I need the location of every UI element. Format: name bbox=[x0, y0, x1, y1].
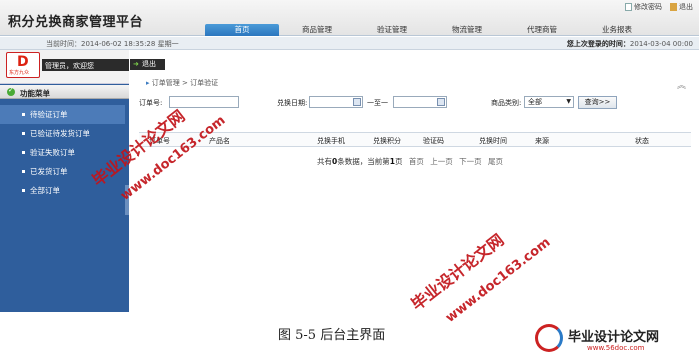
check-circle-icon bbox=[7, 86, 15, 96]
logout-arrow-icon: ➜ bbox=[133, 60, 139, 68]
last-login-label: 您上次登录的时间： bbox=[566, 40, 630, 48]
menu-title-label: 功能菜单 bbox=[20, 89, 50, 98]
info-bar: 当前时间：2014-06-02 18:35:28 星期一 您上次登录的时间：20… bbox=[0, 37, 699, 50]
breadcrumb: ▸ 订单管理 > 订单验证 bbox=[146, 78, 218, 88]
app-title: 积分兑换商家管理平台 bbox=[8, 15, 144, 30]
date-label: 兑换日期: bbox=[277, 99, 308, 107]
menu-title[interactable]: 功能菜单 bbox=[0, 85, 129, 99]
change-password-label: 修改密码 bbox=[634, 3, 662, 11]
col-status: 状态 bbox=[635, 137, 649, 145]
breadcrumb-item-order-verification: 订单验证 bbox=[190, 79, 219, 87]
order-no-input[interactable] bbox=[169, 96, 239, 108]
pager-last-link[interactable]: 尾页 bbox=[488, 157, 503, 166]
current-time: 当前时间：2014-06-02 18:35:28 星期一 bbox=[46, 40, 179, 48]
top-links: 修改密码 退出 bbox=[625, 2, 693, 12]
main-content: ▸ 订单管理 > 订单验证 ︽ 订单号: 兑换日期: 一至一 商品类别: 全部 … bbox=[134, 70, 696, 200]
date-range-separator: 一至一 bbox=[367, 99, 388, 107]
last-login-value: 2014-03-04 00:00 bbox=[629, 40, 693, 48]
sidebar-logout-label: 退出 bbox=[142, 60, 156, 68]
sidebar-item-verified-awaiting-shipment[interactable]: 已验证待发货订单 bbox=[0, 124, 125, 143]
pager-suffix: 页 bbox=[394, 157, 403, 166]
query-button[interactable]: 查询>> bbox=[578, 96, 617, 109]
col-source: 来源 bbox=[535, 137, 549, 145]
collapse-up-icon[interactable]: ︽ bbox=[677, 78, 686, 91]
pager-middle: 条数据，当前第 bbox=[337, 157, 390, 166]
col-verification-code: 验证码 bbox=[423, 137, 444, 145]
footer-logo: 毕业设计论文网 www.56doc.com bbox=[535, 322, 695, 356]
main-nav: 首页 商品管理 验证管理 物流管理 代理商管 业务报表 bbox=[205, 24, 655, 36]
sidebar-item-pending-verification[interactable]: 待验证订单 bbox=[0, 105, 125, 124]
last-login: 您上次登录的时间：2014-03-04 00:00 bbox=[567, 39, 693, 49]
calendar-icon[interactable] bbox=[353, 98, 361, 106]
chevron-down-icon: ▼ bbox=[566, 98, 571, 105]
tab-business-reports[interactable]: 业务报表 bbox=[580, 24, 654, 36]
top-logout-link[interactable]: 退出 bbox=[670, 2, 693, 12]
footer-logo-emblem bbox=[535, 324, 563, 352]
sidebar-logout-button[interactable]: ➜ 退出 bbox=[130, 59, 165, 70]
tab-home[interactable]: 首页 bbox=[205, 24, 279, 36]
pager-next-link[interactable]: 下一页 bbox=[459, 157, 482, 166]
tab-verification-management[interactable]: 验证管理 bbox=[355, 24, 429, 36]
calendar-icon[interactable] bbox=[437, 98, 445, 106]
top-logout-label: 退出 bbox=[679, 3, 693, 11]
pager-prefix: 共有 bbox=[317, 157, 332, 166]
top-header: 积分兑换商家管理平台 修改密码 退出 首页 商品管理 验证管理 物流管理 代理商… bbox=[0, 0, 699, 36]
order-no-label: 订单号: bbox=[139, 99, 163, 107]
logo-area: D 东方九众 管理员，欢迎您 bbox=[0, 50, 129, 84]
start-date-input[interactable] bbox=[309, 96, 363, 108]
col-points: 兑换积分 bbox=[373, 137, 401, 145]
tab-logistics-management[interactable]: 物流管理 bbox=[430, 24, 504, 36]
filter-bar: 订单号: 兑换日期: 一至一 商品类别: 全部 ▼ 查询>> bbox=[139, 95, 691, 109]
orders-table-header: 订单号 产品名 兑换手机 兑换积分 验证码 兑换时间 来源 状态 bbox=[139, 132, 691, 147]
pager-prev-link[interactable]: 上一页 bbox=[430, 157, 453, 166]
figure-caption: 图 5-5 后台主界面 bbox=[278, 328, 386, 343]
breadcrumb-separator: > bbox=[181, 79, 188, 87]
footer-logo-url: www.56doc.com bbox=[587, 344, 645, 352]
col-phone: 兑换手机 bbox=[317, 137, 345, 145]
category-select-value: 全部 bbox=[528, 98, 542, 106]
breadcrumb-arrow-icon: ▸ bbox=[146, 79, 150, 87]
footer-logo-name: 毕业设计论文网 bbox=[568, 330, 660, 345]
logo-letter: D bbox=[17, 54, 29, 70]
pager-first-link[interactable]: 首页 bbox=[409, 157, 424, 166]
col-product-name: 产品名 bbox=[209, 137, 230, 145]
end-date-input[interactable] bbox=[393, 96, 447, 108]
breadcrumb-item-order-management[interactable]: 订单管理 bbox=[152, 79, 180, 87]
category-label: 商品类别: bbox=[491, 99, 522, 107]
admin-welcome: 管理员，欢迎您 bbox=[45, 62, 94, 70]
document-icon bbox=[625, 3, 632, 11]
col-exchange-time: 兑换时间 bbox=[479, 137, 507, 145]
exit-icon bbox=[670, 3, 677, 11]
pagination: 共有0条数据，当前第1页 首页 上一页 下一页 尾页 bbox=[317, 156, 503, 167]
logo-text: 东方九众 bbox=[9, 70, 30, 76]
company-logo: D 东方九众 bbox=[6, 52, 40, 78]
tab-agent-management[interactable]: 代理商管 bbox=[505, 24, 579, 36]
change-password-link[interactable]: 修改密码 bbox=[625, 2, 662, 12]
category-select[interactable]: 全部 ▼ bbox=[524, 96, 574, 108]
admin-bar: 管理员，欢迎您 bbox=[42, 59, 129, 71]
tab-product-management[interactable]: 商品管理 bbox=[280, 24, 354, 36]
